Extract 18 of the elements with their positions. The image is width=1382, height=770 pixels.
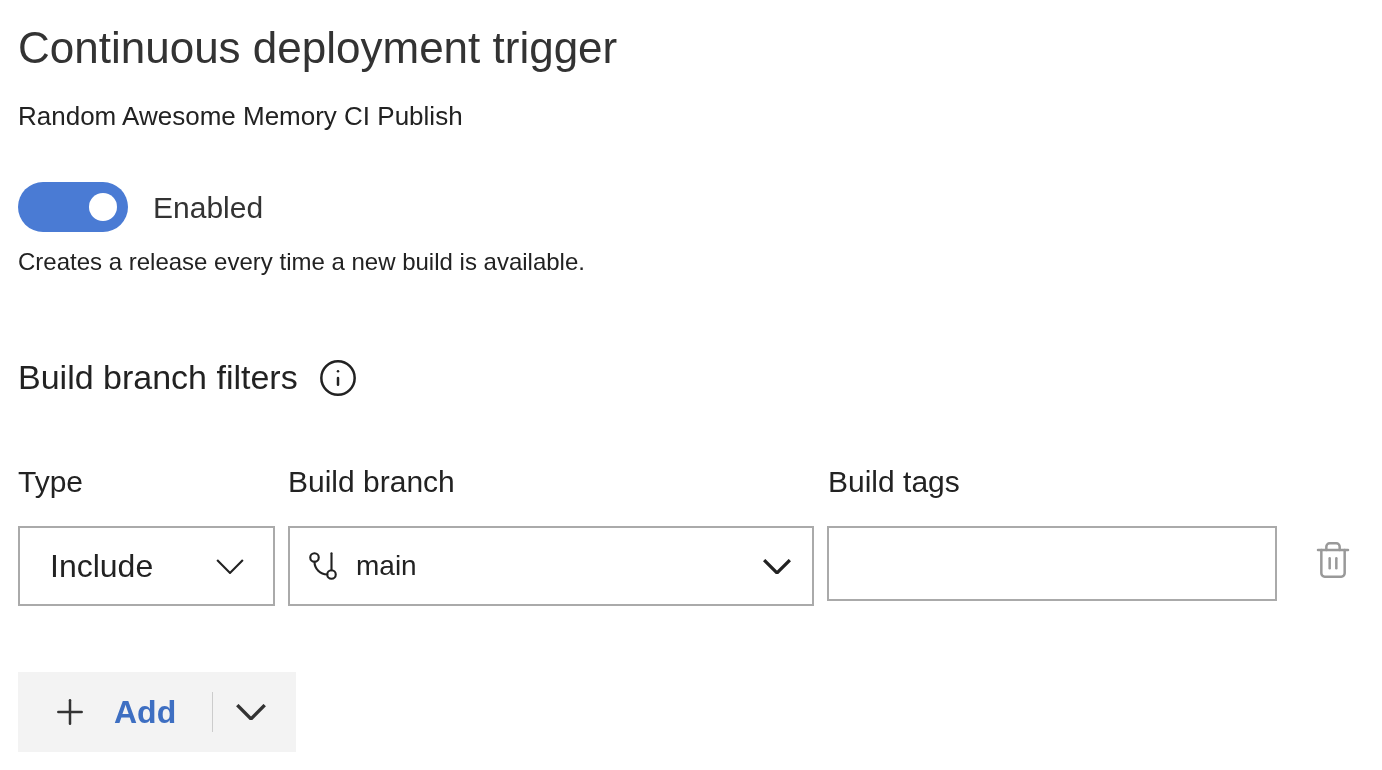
branch-dropdown[interactable]: main	[288, 526, 814, 606]
type-dropdown[interactable]: Include	[18, 526, 275, 606]
info-icon[interactable]	[317, 357, 358, 398]
chevron-icon	[762, 558, 792, 574]
page-title: Continuous deployment trigger	[18, 22, 618, 74]
toggle-label: Enabled	[153, 189, 264, 226]
chevron-icon	[215, 558, 245, 574]
chevron-icon	[235, 704, 268, 720]
branch-icon	[306, 549, 340, 583]
add-button[interactable]: Add	[18, 672, 296, 752]
tags-field[interactable]	[827, 526, 1277, 601]
column-header: Build branch	[288, 464, 456, 500]
section-heading: Build branch filters	[18, 357, 298, 398]
column-header: Type	[18, 464, 85, 500]
trigger-description: Creates a release every time a new build is available.	[18, 247, 585, 277]
toggle-switch[interactable]	[18, 182, 128, 232]
pipeline-name: Random Awesome Memory CI Publish	[18, 100, 463, 132]
column-header: Build tags	[828, 464, 960, 500]
